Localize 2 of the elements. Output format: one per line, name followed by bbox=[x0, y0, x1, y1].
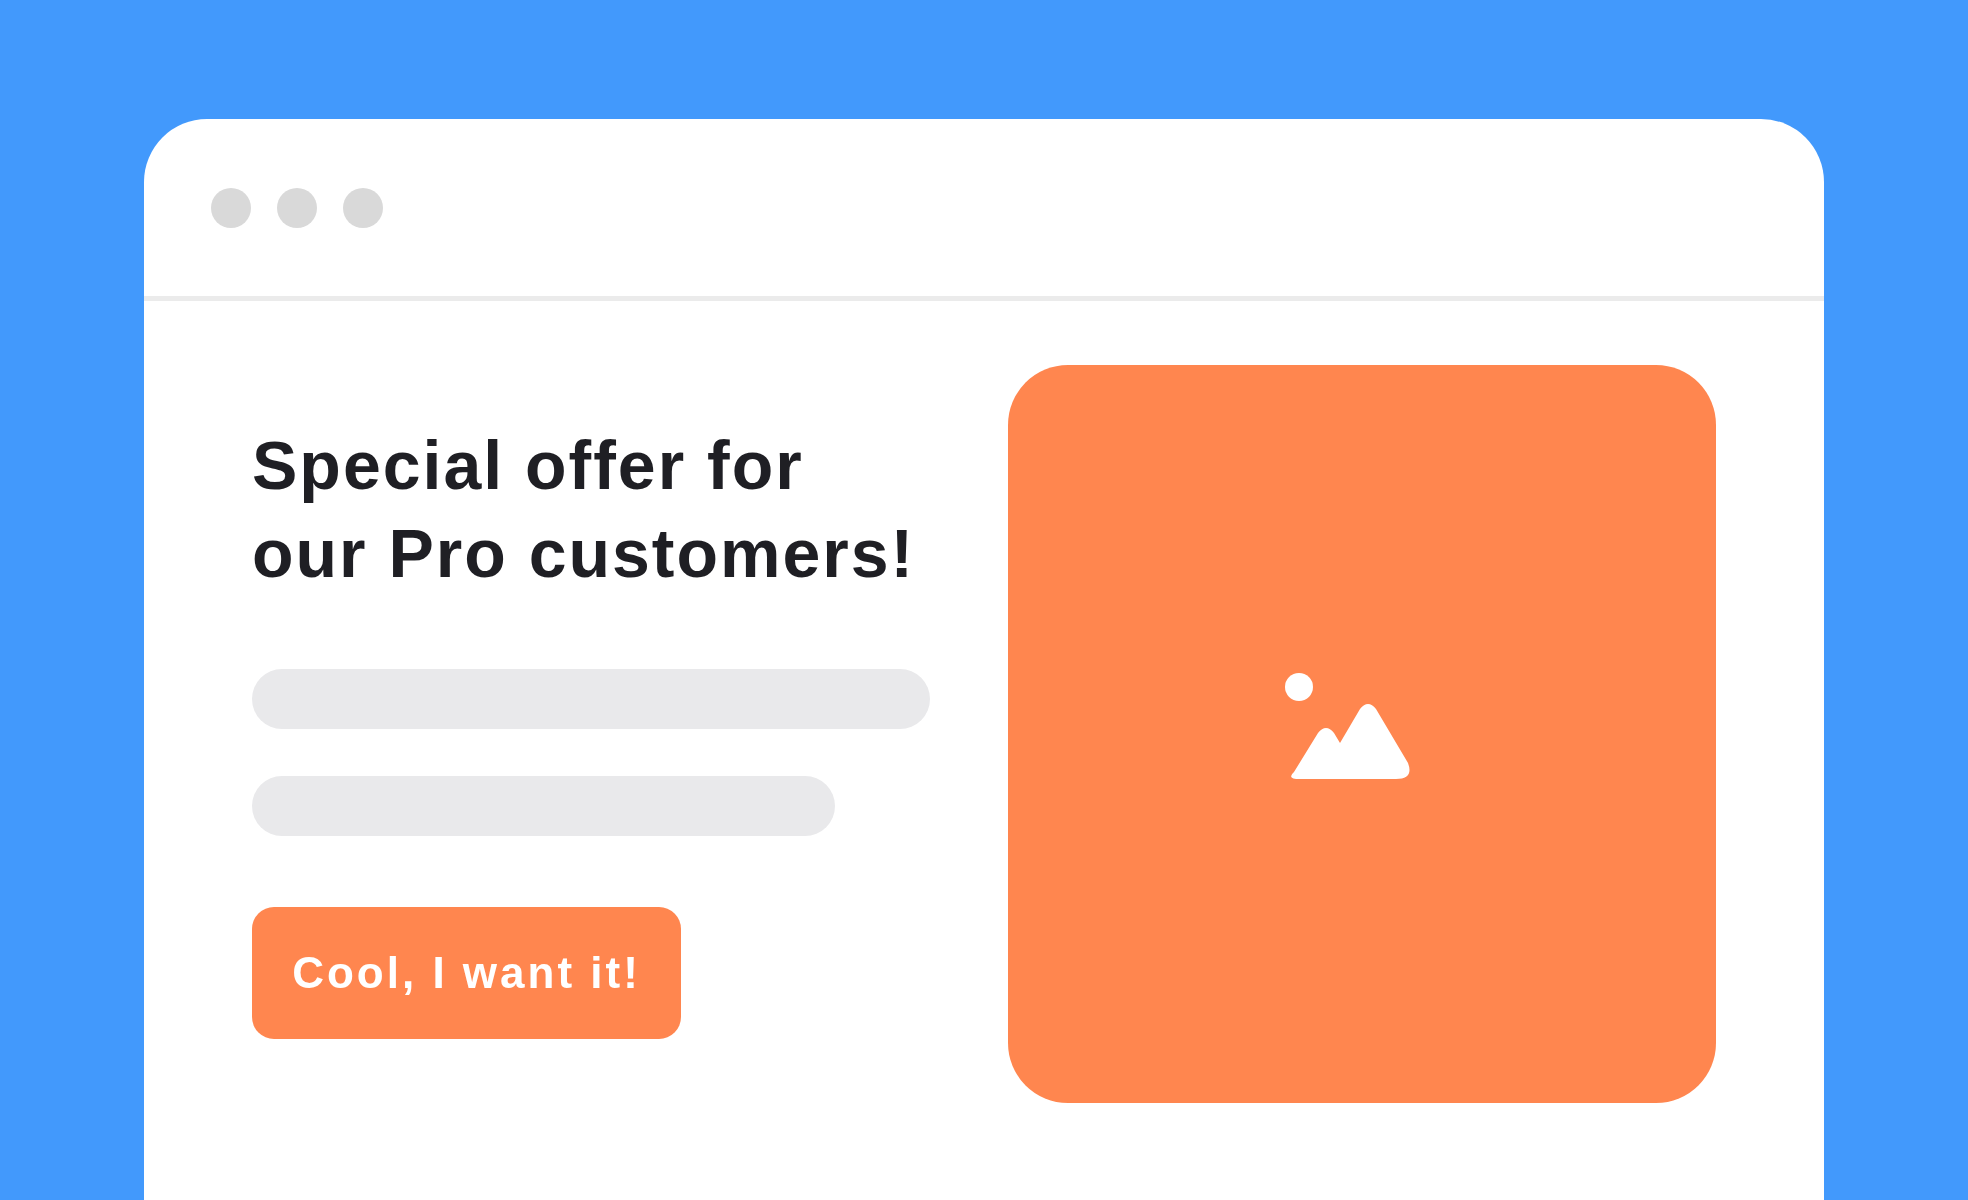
offer-button[interactable]: Cool, I want it! bbox=[252, 907, 681, 1039]
offer-heading: Special offer for our Pro customers! bbox=[252, 426, 917, 593]
